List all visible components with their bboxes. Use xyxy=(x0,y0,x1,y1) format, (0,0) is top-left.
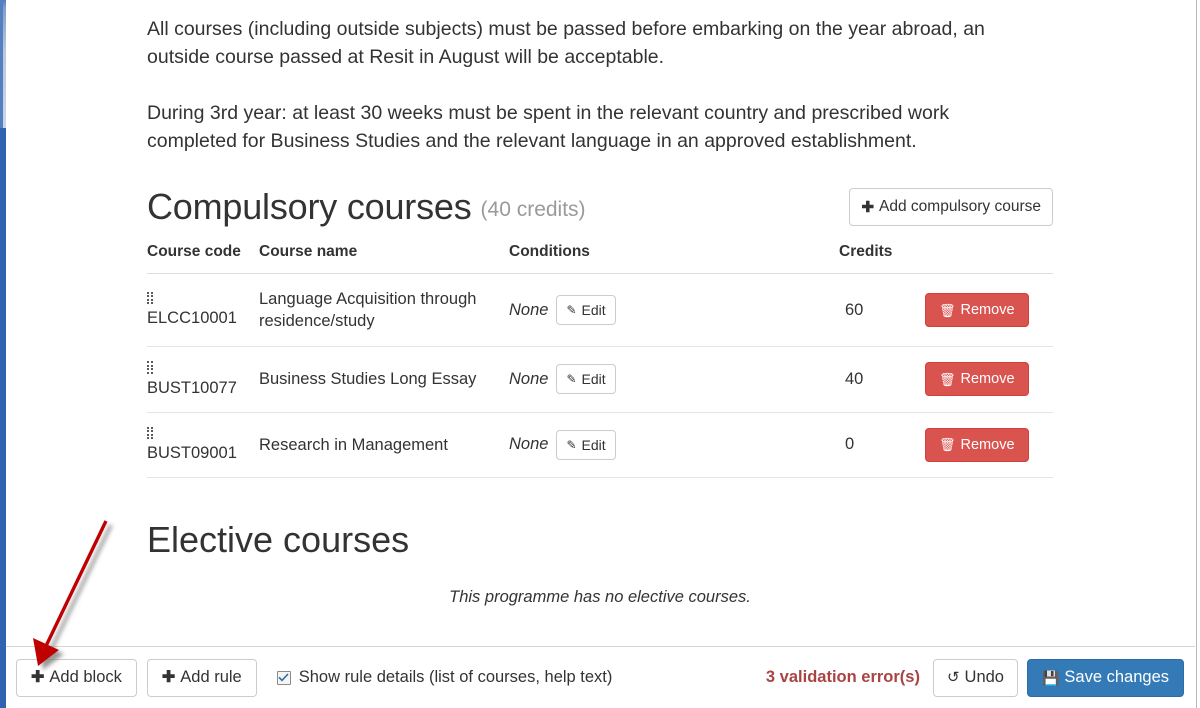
checkbox-box-icon[interactable] xyxy=(276,670,291,685)
show-rule-details-checkbox[interactable]: Show rule details (list of courses, help… xyxy=(276,668,613,687)
add-compulsory-course-button[interactable]: ✚ Add compulsory course xyxy=(849,188,1053,226)
plus-icon: ✚ xyxy=(861,198,875,216)
floppy-disk-icon: 💾 xyxy=(1041,669,1060,686)
course-code-text: BUST10077 xyxy=(147,378,237,397)
remove-button-label: Remove xyxy=(960,436,1015,453)
plus-icon: ✚ xyxy=(31,668,45,686)
page-title: Compulsory courses xyxy=(147,186,472,227)
cell-course-code: BUST09001 xyxy=(147,412,259,478)
checkmark-icon xyxy=(278,673,289,682)
elective-section-title: Elective courses xyxy=(147,519,410,560)
edit-condition-button[interactable]: ✎ Edit xyxy=(556,295,616,325)
remove-course-button[interactable]: 🗑 Remove xyxy=(925,293,1029,327)
table-row: BUST09001 Research in Management None ✎ … xyxy=(147,412,1053,478)
show-rule-details-label: Show rule details (list of courses, help… xyxy=(298,668,613,686)
table-head: Course code Course name Conditions Credi… xyxy=(147,243,1053,274)
left-rail-top-inner xyxy=(0,0,3,128)
cell-credits: 0 xyxy=(839,412,925,478)
plus-icon: ✚ xyxy=(161,668,176,686)
cell-actions: 🗑 Remove xyxy=(925,273,1053,347)
compulsory-credits-total: (40 credits) xyxy=(480,198,586,221)
course-name-text: Research in Management xyxy=(259,435,448,454)
undo-button[interactable]: ↺ Undo xyxy=(932,658,1018,697)
course-name-text: Language Acquisition through residence/s… xyxy=(259,290,477,330)
cell-course-name: Language Acquisition through residence/s… xyxy=(259,273,509,347)
trash-icon: 🗑 xyxy=(939,302,956,318)
condition-value: None xyxy=(509,435,549,454)
cell-conditions: None ✎ Edit xyxy=(509,346,839,413)
table-row: ELCC10001 Language Acquisition through r… xyxy=(147,273,1053,347)
condition-value: None xyxy=(509,369,549,388)
column-header-course-name: Course name xyxy=(259,243,509,274)
left-rail-top xyxy=(0,0,6,128)
add-block-label: Add block xyxy=(49,668,122,687)
page-root: All courses (including outside subjects)… xyxy=(0,0,1200,708)
remove-button-label: Remove xyxy=(960,371,1015,387)
annotation-arrow xyxy=(33,520,108,666)
save-changes-button[interactable]: 💾 Save changes xyxy=(1026,658,1184,697)
add-rule-label: Add rule xyxy=(180,668,242,687)
edit-button-label: Edit xyxy=(581,371,606,388)
cell-credits: 60 xyxy=(839,273,925,347)
cell-credits: 40 xyxy=(839,346,925,413)
table-row: BUST10077 Business Studies Long Essay No… xyxy=(147,346,1053,413)
drag-handle-icon[interactable] xyxy=(147,426,155,439)
cell-course-code: ELCC10001 xyxy=(147,273,259,347)
table-body: ELCC10001 Language Acquisition through r… xyxy=(147,273,1053,478)
cell-conditions: None ✎ Edit xyxy=(509,273,839,347)
footer-right-group: 3 validation error(s) ↺ Undo 💾 Save chan… xyxy=(765,658,1187,697)
compulsory-courses-table: Course code Course name Conditions Credi… xyxy=(147,243,1053,478)
edit-button-label: Edit xyxy=(581,302,606,318)
pencil-icon: ✎ xyxy=(566,437,577,452)
column-header-actions xyxy=(925,243,1053,274)
table-header-row: Course code Course name Conditions Credi… xyxy=(147,243,1053,274)
drag-handle-icon[interactable] xyxy=(147,361,155,374)
right-edge-border xyxy=(1196,0,1200,708)
footer-toolbar: ✚ Add block ✚ Add rule Show rule details… xyxy=(6,646,1195,708)
cell-course-name: Research in Management xyxy=(259,412,509,478)
pencil-icon: ✎ xyxy=(566,303,577,317)
drag-handle-icon[interactable] xyxy=(147,291,155,305)
footer-left-group: ✚ Add block ✚ Add rule Show rule details… xyxy=(16,658,613,697)
course-name-text: Business Studies Long Essay xyxy=(259,370,477,389)
cell-actions: 🗑 Remove xyxy=(925,412,1053,478)
save-changes-label: Save changes xyxy=(1064,668,1169,687)
validation-error-count: 3 validation error(s) xyxy=(765,668,920,686)
add-compulsory-course-label: Add compulsory course xyxy=(879,198,1041,216)
pencil-icon: ✎ xyxy=(566,372,577,387)
remove-button-label: Remove xyxy=(960,301,1015,318)
condition-value: None xyxy=(509,300,549,319)
course-code-text: ELCC10001 xyxy=(147,309,237,328)
intro-paragraph-2: During 3rd year: at least 30 weeks must … xyxy=(147,102,950,152)
cell-actions: 🗑 Remove xyxy=(925,346,1053,413)
trash-icon: 🗑 xyxy=(939,371,956,387)
remove-course-button[interactable]: 🗑 Remove xyxy=(925,362,1029,397)
column-header-credits: Credits xyxy=(839,243,925,274)
intro-paragraph-1: All courses (including outside subjects)… xyxy=(147,18,985,68)
edit-button-label: Edit xyxy=(581,436,606,453)
column-header-conditions: Conditions xyxy=(509,243,839,274)
undo-arrow-icon: ↺ xyxy=(946,669,960,686)
elective-empty-message: This programme has no elective courses. xyxy=(449,588,751,606)
cell-course-code: BUST10077 xyxy=(147,346,259,413)
course-code-text: BUST09001 xyxy=(147,444,237,462)
column-header-course-code: Course code xyxy=(147,243,259,274)
edit-condition-button[interactable]: ✎ Edit xyxy=(556,364,616,395)
remove-course-button[interactable]: 🗑 Remove xyxy=(925,427,1029,462)
left-rail-bottom xyxy=(0,128,6,708)
cell-course-name: Business Studies Long Essay xyxy=(259,346,509,413)
cell-conditions: None ✎ Edit xyxy=(509,412,839,478)
undo-label: Undo xyxy=(964,668,1004,687)
add-block-button[interactable]: ✚ Add block xyxy=(16,658,137,697)
add-rule-button[interactable]: ✚ Add rule xyxy=(146,658,257,697)
edit-condition-button[interactable]: ✎ Edit xyxy=(556,429,616,460)
trash-icon: 🗑 xyxy=(939,437,956,453)
